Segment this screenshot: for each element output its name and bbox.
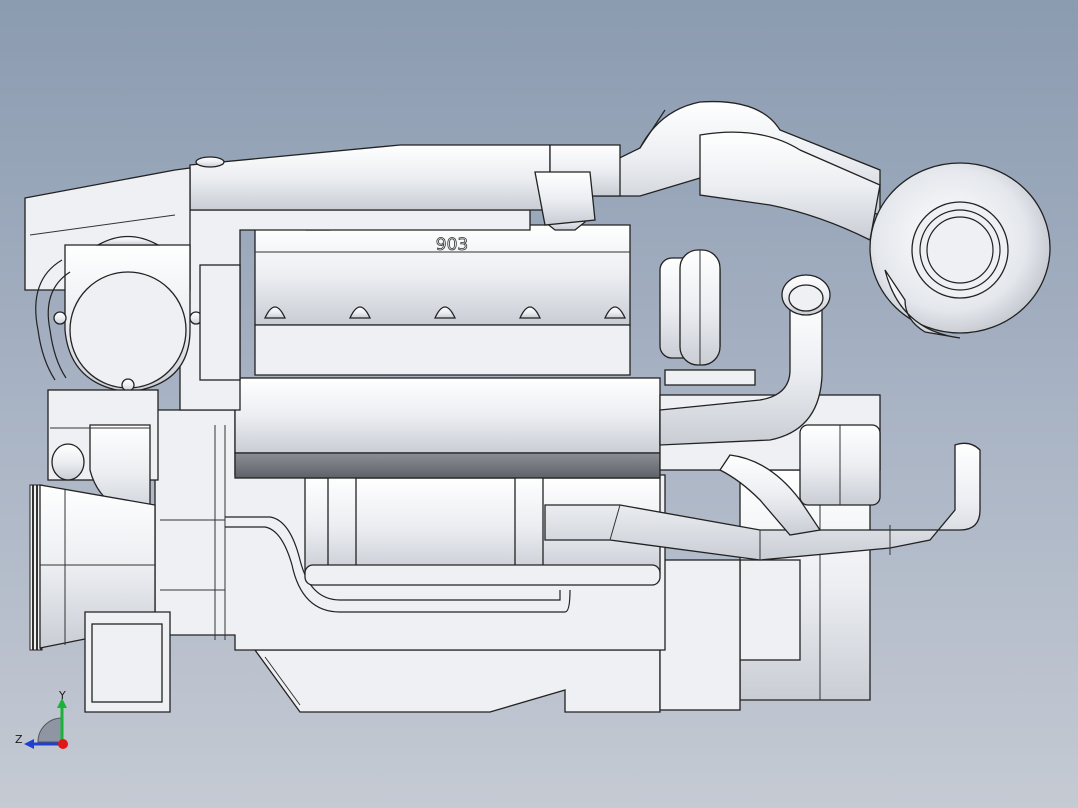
oil-pan[interactable] — [253, 649, 661, 713]
charge-air-cooler[interactable] — [234, 377, 661, 454]
cad-viewport[interactable]: 903 Y Z — [0, 0, 1078, 808]
triad-arc — [37, 717, 63, 743]
cooler-base-band — [234, 452, 661, 479]
triad-y-label: Y — [58, 689, 66, 702]
coordinate-triad: Y Z — [15, 689, 68, 749]
engine-model[interactable]: 903 — [24, 100, 1051, 713]
engraving-903: 903 — [436, 235, 468, 255]
triad-x-axis — [58, 739, 68, 749]
triad-z-label: Z — [15, 733, 23, 746]
